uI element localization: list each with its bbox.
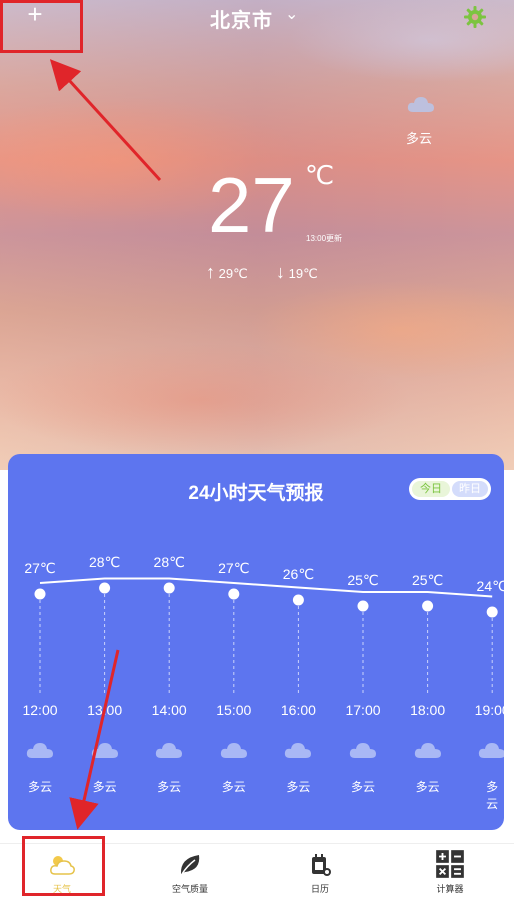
nav-item-calendar[interactable]: 日历 <box>280 844 360 900</box>
hour-condition-label: 多云 <box>286 780 311 794</box>
cloud-icon <box>479 743 504 758</box>
temperature-point <box>422 600 434 612</box>
hour-condition-label: 多云 <box>92 780 117 794</box>
low-temperature: ↓ 19℃ <box>276 262 318 283</box>
temperature-point <box>292 594 304 606</box>
cloud-icon <box>349 743 376 758</box>
cloud-icon <box>220 743 247 758</box>
hour-time-label: 12:00 <box>22 702 58 718</box>
temperature-point <box>228 588 240 600</box>
hour-condition-label: 多云 <box>221 780 246 794</box>
hour-temp-label: 25℃ <box>347 572 379 588</box>
high-temperature: ↑ 29℃ <box>206 262 248 283</box>
nav-label-calendar: 日历 <box>310 884 329 894</box>
nav-item-calculator[interactable]: 计算器 <box>410 844 490 900</box>
cloud-icon <box>26 743 53 758</box>
temperature-point <box>34 588 46 600</box>
chevron-down-icon[interactable]: ⌄ <box>285 4 298 24</box>
cloud-icon <box>407 97 434 112</box>
nav-label-calculator: 计算器 <box>436 884 464 894</box>
temperature-point <box>99 582 111 594</box>
hour-time-label: 17:00 <box>345 702 381 718</box>
hour-condition-label: 多云 <box>350 780 376 794</box>
current-temperature: 27 <box>208 161 295 249</box>
cloud-icon <box>414 743 441 758</box>
hour-condition-label: 多云 <box>157 780 182 794</box>
temperature-point <box>163 582 175 594</box>
leaf-icon <box>180 855 200 875</box>
hour-temp-label: 28℃ <box>88 554 121 570</box>
hour-temp-label: 27℃ <box>218 560 250 576</box>
hour-time-label: 14:00 <box>151 702 187 718</box>
hour-time-label: 15:00 <box>216 702 252 718</box>
hour-condition-label: 多云 <box>27 780 53 794</box>
gear-icon[interactable] <box>463 5 487 29</box>
arrow-down-icon: ↓ <box>276 262 285 282</box>
cloud-icon <box>285 743 312 758</box>
calendar-icon <box>312 854 331 876</box>
temperature-point <box>357 600 369 612</box>
hour-temp-label: 26℃ <box>282 566 315 582</box>
annotation-box-weather-tab <box>22 836 105 896</box>
cloud-icon <box>91 743 118 758</box>
hour-condition-label: 多云 <box>415 780 440 794</box>
arrow-up-icon: ↑ <box>206 262 215 282</box>
hour-temp-label: 27℃ <box>24 560 56 576</box>
city-name[interactable]: 北京市 <box>210 4 273 33</box>
hour-time-label: 19:00 <box>474 702 504 718</box>
hourly-temperature-chart <box>34 577 498 694</box>
high-temp-value: 29℃ <box>218 266 248 281</box>
update-time: 13:00更新 <box>306 234 343 243</box>
hour-time-label: 16:00 <box>280 702 316 718</box>
nav-label-air-quality: 空气质量 <box>171 884 208 894</box>
temperature-point <box>486 606 498 618</box>
hour-temp-label: 24℃ <box>476 578 504 594</box>
hour-temp-label: 28℃ <box>153 554 185 570</box>
cloud-icon <box>156 743 183 758</box>
current-condition: 多云 <box>406 131 433 146</box>
nav-item-air-quality[interactable]: 空气质量 <box>150 844 230 900</box>
annotation-box-add <box>0 0 83 53</box>
hour-condition-label: 多云 <box>486 780 499 811</box>
hour-temp-label: 25℃ <box>411 572 444 588</box>
low-temp-value: 19℃ <box>288 266 318 281</box>
temperature-unit: ℃ <box>305 160 335 190</box>
forecast-card: 24小时天气预报 今日 昨日 27℃ 12:00 多云 28℃ 13:00 多云 28℃ 14… <box>8 454 504 830</box>
calculator-icon <box>436 850 464 878</box>
hour-time-label: 18:00 <box>410 702 446 718</box>
hour-time-label: 13:00 <box>87 702 123 718</box>
